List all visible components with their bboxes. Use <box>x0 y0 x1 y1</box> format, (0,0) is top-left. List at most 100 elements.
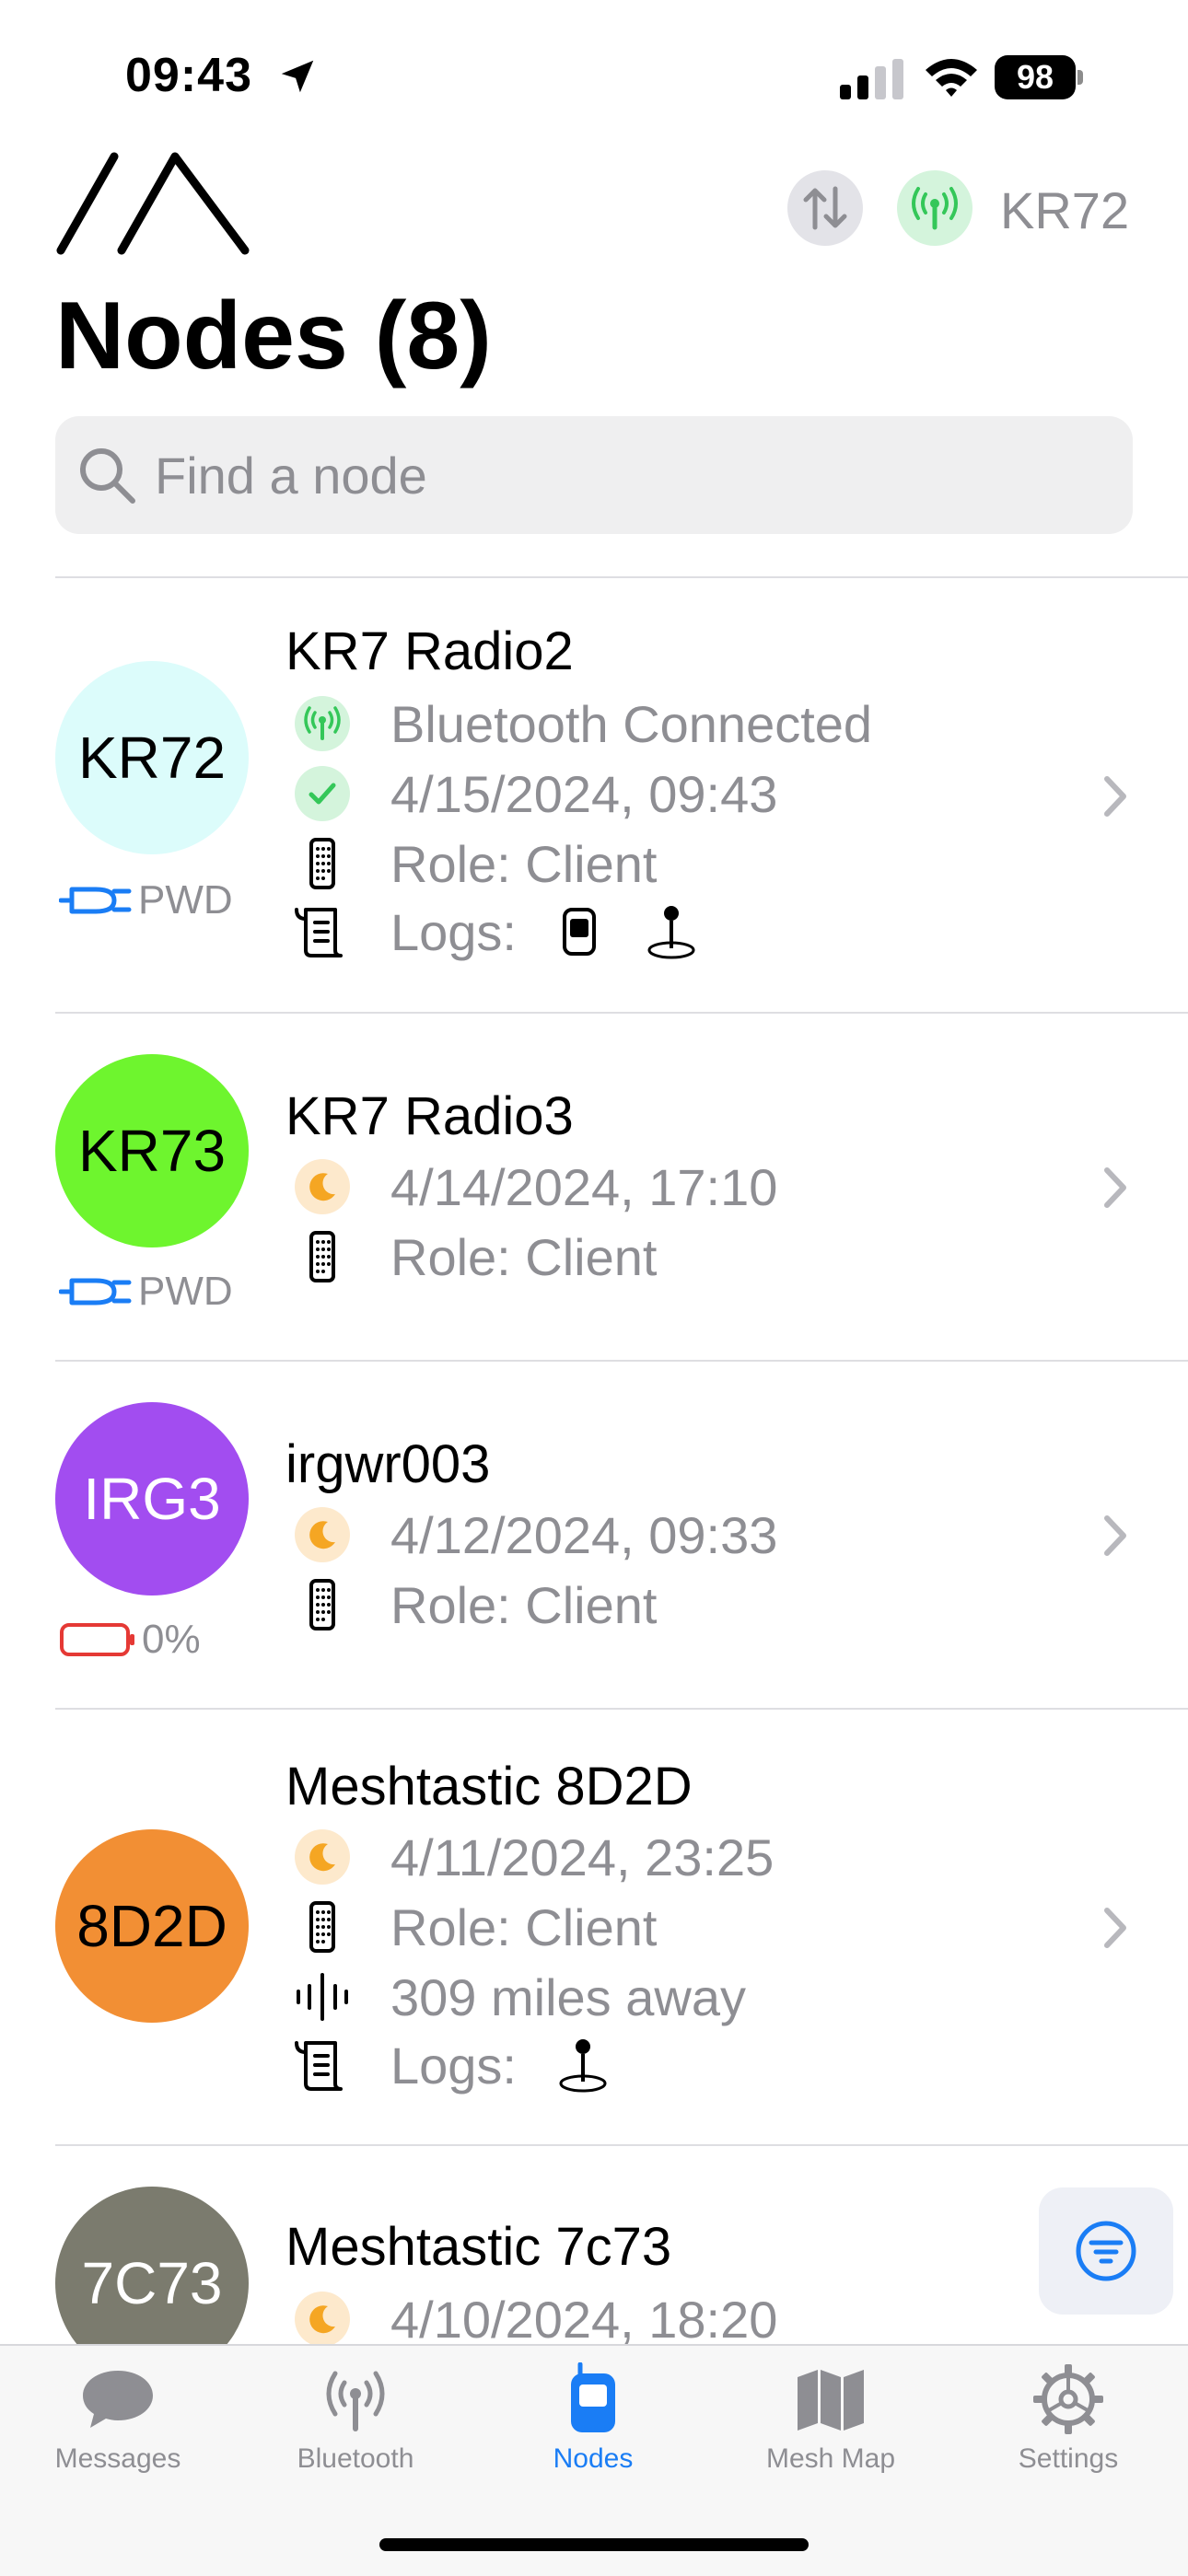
last-heard: 4/14/2024, 17:10 <box>390 1157 778 1216</box>
up-down-arrows-icon <box>803 186 847 230</box>
home-indicator <box>379 2538 809 2551</box>
checkmark-icon <box>295 766 350 821</box>
power-label: PWD <box>138 877 233 922</box>
node-role: Role: Client <box>390 1897 658 1956</box>
node-row-irg3[interactable]: IRG3 0% irgwr003 4/12/2024, 09:33 Role: … <box>0 1362 1188 1708</box>
search-icon <box>80 448 135 504</box>
node-row-8d2d[interactable]: 8D2D Meshtastic 8D2D 4/11/2024, 23:25 Ro… <box>0 1710 1188 2144</box>
node-distance: 309 miles away <box>390 1967 746 2026</box>
node-long-name: Meshtastic 7c73 <box>285 2217 672 2277</box>
node-avatar: KR73 <box>55 1054 249 1247</box>
power-status: PWD <box>59 877 233 922</box>
tab-mesh-map[interactable]: Mesh Map <box>729 2362 932 2474</box>
tab-label: Settings <box>1018 2443 1119 2474</box>
last-heard-line: 4/15/2024, 09:43 <box>293 764 777 823</box>
battery-status: 0% <box>59 1617 201 1662</box>
tab-settings[interactable]: Settings <box>967 2362 1170 2474</box>
search-input[interactable] <box>155 435 1112 516</box>
power-label: PWD <box>138 1269 233 1314</box>
node-row-kr72[interactable]: KR72 PWD KR7 Radio2 Bluetooth Connected … <box>0 578 1188 1011</box>
node-row-kr73[interactable]: KR73 PWD KR7 Radio3 4/14/2024, 17:10 Rol… <box>0 1014 1188 1360</box>
antenna-icon <box>326 2371 385 2431</box>
node-short-name: KR72 <box>77 725 227 791</box>
distance-line: 309 miles away <box>293 1967 746 2026</box>
position-log-icon[interactable] <box>553 2036 612 2094</box>
location-arrow-icon <box>281 60 314 93</box>
tab-label: Nodes <box>553 2443 634 2474</box>
power-status: PWD <box>59 1269 233 1314</box>
distance-wave-icon <box>297 1973 348 2021</box>
chevron-right-icon <box>1104 1908 1126 1948</box>
plug-icon <box>59 887 132 914</box>
device-icon <box>309 1579 335 1630</box>
logs-label: Logs: <box>390 902 517 961</box>
node-row-7c73[interactable]: 7C73 Meshtastic 7c73 4/10/2024, 18:20 <box>0 2146 1188 2344</box>
tab-label: Messages <box>54 2443 181 2474</box>
device-log-icon[interactable] <box>557 904 601 959</box>
logs-line: Logs: <box>293 902 701 961</box>
connected-radio-button[interactable] <box>897 170 973 246</box>
device-icon <box>309 1901 335 1953</box>
role-line: Role: Client <box>293 1227 657 1286</box>
moon-icon <box>295 2292 350 2344</box>
meshtastic-logo <box>56 152 250 255</box>
node-role: Role: Client <box>390 834 658 893</box>
chevron-right-icon <box>1104 1515 1126 1556</box>
device-icon <box>309 838 335 889</box>
logs-line: Logs: <box>293 2036 612 2094</box>
last-heard-line: 4/11/2024, 23:25 <box>293 1828 774 1886</box>
tab-nodes[interactable]: Nodes <box>492 2362 694 2474</box>
connection-status: Bluetooth Connected <box>390 694 873 753</box>
sync-button[interactable] <box>787 170 863 246</box>
battery-percent: 0% <box>142 1617 201 1662</box>
status-time: 09:43 <box>125 49 252 102</box>
node-short-name: 8D2D <box>76 1893 227 1959</box>
map-icon <box>798 2370 864 2431</box>
connected-node-name[interactable]: KR72 <box>1000 180 1129 240</box>
node-avatar: IRG3 <box>55 1402 249 1595</box>
node-long-name: KR7 Radio2 <box>285 621 574 681</box>
scroll-icon <box>295 2041 343 2091</box>
node-long-name: irgwr003 <box>285 1434 491 1494</box>
page-title: Nodes (8) <box>55 283 492 389</box>
radio-device-icon <box>571 2362 615 2432</box>
node-avatar: 8D2D <box>55 1829 249 2023</box>
role-line: Role: Client <box>293 1575 657 1634</box>
antenna-icon <box>295 696 350 751</box>
node-role: Role: Client <box>390 1575 658 1634</box>
gear-icon <box>1033 2364 1103 2434</box>
moon-icon <box>295 1829 350 1885</box>
chevron-right-icon <box>1104 776 1126 817</box>
wifi-icon <box>926 59 977 97</box>
battery-level: 98 <box>995 55 1076 99</box>
last-heard: 4/11/2024, 23:25 <box>390 1828 775 1886</box>
tab-label: Bluetooth <box>297 2443 414 2474</box>
cellular-signal-icon <box>840 59 903 99</box>
node-short-name: KR73 <box>77 1118 227 1184</box>
battery-indicator: 98 <box>995 55 1085 101</box>
last-heard: 4/12/2024, 09:33 <box>390 1505 778 1564</box>
tab-label: Mesh Map <box>765 2443 896 2474</box>
tab-bluetooth[interactable]: Bluetooth <box>254 2362 457 2474</box>
last-heard-line: 4/10/2024, 18:20 <box>293 2290 777 2344</box>
moon-icon <box>295 1159 350 1214</box>
last-heard-line: 4/14/2024, 17:10 <box>293 1157 777 1216</box>
node-short-name: IRG3 <box>83 1466 221 1532</box>
node-avatar: 7C73 <box>55 2187 249 2344</box>
tab-messages[interactable]: Messages <box>17 2362 219 2474</box>
filter-button[interactable] <box>1039 2187 1173 2315</box>
position-log-icon[interactable] <box>642 902 701 961</box>
chat-bubble-icon <box>83 2371 153 2428</box>
battery-empty-icon <box>60 1623 134 1656</box>
scroll-icon <box>295 908 343 957</box>
search-bar[interactable] <box>55 416 1133 534</box>
node-long-name: KR7 Radio3 <box>285 1086 574 1146</box>
moon-icon <box>295 1507 350 1562</box>
node-short-name: 7C73 <box>81 2250 223 2316</box>
antenna-icon <box>912 187 958 230</box>
device-icon <box>309 1231 335 1282</box>
filter-icon <box>1076 2221 1136 2281</box>
node-long-name: Meshtastic 8D2D <box>285 1757 693 1816</box>
role-line: Role: Client <box>293 1897 657 1956</box>
role-line: Role: Client <box>293 834 657 893</box>
